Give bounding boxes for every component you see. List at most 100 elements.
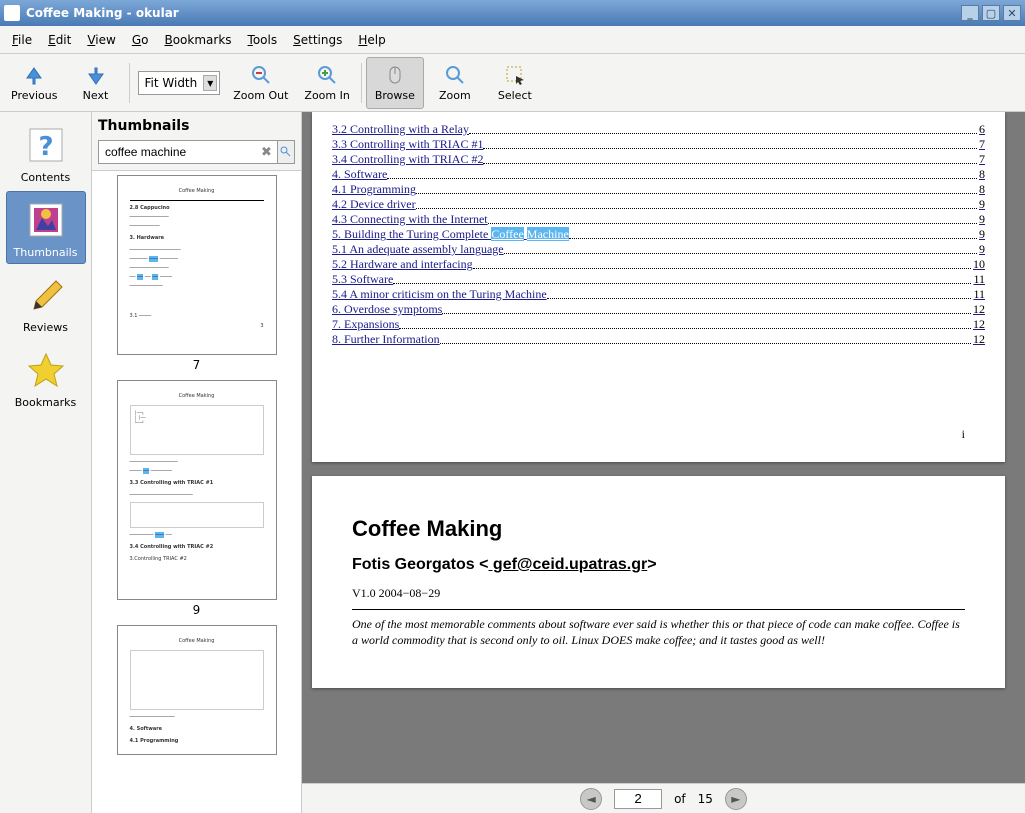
thumbnail-page-7: Coffee Making 2.8 Cappucino ────────────… — [117, 175, 277, 355]
toc-entry[interactable]: 3.4 Controlling with TRIAC #27 — [332, 152, 985, 167]
toc-entry[interactable]: 5.4 A minor criticism on the Turing Mach… — [332, 287, 985, 302]
arrow-down-icon — [85, 64, 107, 86]
toc-entry[interactable]: 6. Overdose symptoms12 — [332, 302, 985, 317]
page-of-label: of — [674, 792, 686, 806]
toolbar: Previous Next Fit Width ▾ Zoom Out Zoom … — [0, 54, 1025, 112]
pencil-icon — [22, 271, 70, 319]
sidebar-bookmarks[interactable]: Bookmarks — [6, 341, 86, 414]
zoom-out-icon — [250, 64, 272, 86]
minimize-button[interactable]: _ — [961, 5, 979, 21]
toolbar-divider — [129, 63, 130, 103]
thumbnail-page-9: Coffee Making │──┐│ │──└──┘ ────────────… — [117, 380, 277, 600]
toc-entry[interactable]: 5.1 An adequate assembly language9 — [332, 242, 985, 257]
thumbnail-list[interactable]: Coffee Making 2.8 Cappucino ────────────… — [92, 170, 301, 813]
previous-button[interactable]: Previous — [4, 57, 65, 109]
page-footer-number: i — [332, 347, 985, 452]
toc-entry[interactable]: 5.2 Hardware and interfacing10 — [332, 257, 985, 272]
chevron-down-icon[interactable]: ▾ — [203, 75, 217, 91]
page-navigator: ◄ of 15 ► — [302, 783, 1025, 813]
zoom-in-icon — [316, 64, 338, 86]
doc-rule — [352, 609, 965, 610]
thumbnails-header: Thumbnails — [92, 112, 301, 140]
browse-button[interactable]: Browse — [366, 57, 424, 109]
zoom-out-button[interactable]: Zoom Out — [226, 57, 295, 109]
window-title: Coffee Making - okular — [26, 6, 958, 20]
document-scroll[interactable]: 3.2 Controlling with a Relay63.3 Control… — [302, 112, 1025, 783]
toc-entry[interactable]: 4.1 Programming8 — [332, 182, 985, 197]
doc-intro: One of the most memorable comments about… — [352, 616, 965, 648]
zoom-in-button[interactable]: Zoom In — [297, 57, 356, 109]
page-prev-button[interactable]: ◄ — [580, 788, 602, 810]
next-label: Next — [83, 89, 109, 102]
sidebar-bookmarks-label: Bookmarks — [15, 396, 76, 409]
zoom-tool-button[interactable]: Zoom — [426, 57, 484, 109]
doc-version: V1.0 2004−08−29 — [352, 586, 965, 601]
document-page-2: Coffee Making Fotis Georgatos < gef@ceid… — [312, 476, 1005, 688]
menu-bar: File Edit View Go Bookmarks Tools Settin… — [0, 26, 1025, 54]
doc-title: Coffee Making — [352, 516, 965, 542]
close-button[interactable]: ✕ — [1003, 5, 1021, 21]
zoom-out-label: Zoom Out — [233, 89, 288, 102]
thumbnail-label: 9 — [193, 603, 201, 617]
toc-entry[interactable]: 3.2 Controlling with a Relay6 — [332, 122, 985, 137]
toc-entry[interactable]: 7. Expansions12 — [332, 317, 985, 332]
star-icon — [22, 346, 70, 394]
document-view: 3.2 Controlling with a Relay63.3 Control… — [302, 112, 1025, 813]
menu-go[interactable]: Go — [124, 30, 157, 50]
thumbnails-icon — [22, 196, 70, 244]
menu-view[interactable]: View — [79, 30, 123, 50]
page-total: 15 — [698, 792, 713, 806]
zoom-label: Zoom — [439, 89, 471, 102]
toc-entry[interactable]: 8. Further Information12 — [332, 332, 985, 347]
toolbar-divider — [361, 63, 362, 103]
document-page-toc: 3.2 Controlling with a Relay63.3 Control… — [312, 112, 1005, 462]
sidebar-thumbnails[interactable]: Thumbnails — [6, 191, 86, 264]
toc-entry[interactable]: 5. Building the Turing Complete Coffee M… — [332, 227, 985, 242]
menu-edit[interactable]: Edit — [40, 30, 79, 50]
thumbnail-item[interactable]: Coffee Making │──┐│ │──└──┘ ────────────… — [96, 380, 297, 617]
svg-text:?: ? — [38, 132, 53, 162]
search-options-button[interactable] — [277, 140, 295, 164]
doc-author: Fotis Georgatos < gef@ceid.upatras.gr> — [352, 556, 965, 574]
thumbnails-panel: Thumbnails ✖ Coffee Making 2.8 Cappucino… — [92, 112, 302, 813]
sidebar-contents-label: Contents — [21, 171, 70, 184]
thumbnail-item[interactable]: Coffee Making ─────────────── 4. Softwar… — [96, 625, 297, 755]
window-titlebar: Coffee Making - okular _ ▢ ✕ — [0, 0, 1025, 26]
page-number-input[interactable] — [614, 789, 662, 809]
toc-entry[interactable]: 4.3 Connecting with the Internet9 — [332, 212, 985, 227]
help-icon: ? — [22, 121, 70, 169]
app-icon — [4, 5, 20, 21]
toc-entry[interactable]: 3.3 Controlling with TRIAC #17 — [332, 137, 985, 152]
toc-entry[interactable]: 4.2 Device driver9 — [332, 197, 985, 212]
next-button[interactable]: Next — [67, 57, 125, 109]
sidebar-contents[interactable]: ? Contents — [6, 116, 86, 189]
main-area: ? Contents Thumbnails Reviews Bookmarks … — [0, 112, 1025, 813]
sidebar-reviews[interactable]: Reviews — [6, 266, 86, 339]
page-next-button[interactable]: ► — [725, 788, 747, 810]
sidebar-reviews-label: Reviews — [23, 321, 68, 334]
select-icon — [504, 64, 526, 86]
maximize-button[interactable]: ▢ — [982, 5, 1000, 21]
toc-entry[interactable]: 5.3 Software11 — [332, 272, 985, 287]
menu-tools[interactable]: Tools — [240, 30, 286, 50]
thumbnail-page-next: Coffee Making ─────────────── 4. Softwar… — [117, 625, 277, 755]
mouse-icon — [384, 64, 406, 86]
menu-help[interactable]: Help — [350, 30, 393, 50]
zoom-in-label: Zoom In — [304, 89, 349, 102]
toc-entry[interactable]: 4. Software8 — [332, 167, 985, 182]
menu-file[interactable]: File — [4, 30, 40, 50]
arrow-up-icon — [23, 64, 45, 86]
menu-bookmarks[interactable]: Bookmarks — [156, 30, 239, 50]
browse-label: Browse — [375, 89, 415, 102]
sidebar-thumbnails-label: Thumbnails — [14, 246, 78, 259]
thumbnail-search-input[interactable] — [98, 140, 281, 164]
side-panel: ? Contents Thumbnails Reviews Bookmarks — [0, 112, 92, 813]
thumbnail-item[interactable]: Coffee Making 2.8 Cappucino ────────────… — [96, 175, 297, 372]
thumbnail-label: 7 — [193, 358, 201, 372]
menu-settings[interactable]: Settings — [285, 30, 350, 50]
clear-search-icon[interactable]: ✖ — [261, 140, 273, 164]
magnifier-icon — [444, 64, 466, 86]
select-button[interactable]: Select — [486, 57, 544, 109]
zoom-combo[interactable]: Fit Width ▾ — [138, 71, 221, 95]
zoom-value: Fit Width — [145, 76, 198, 90]
